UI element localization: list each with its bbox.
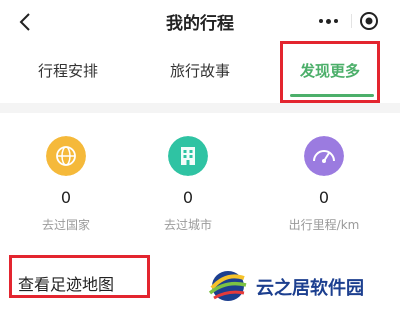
- tab-travel-stories[interactable]: 旅行故事: [170, 60, 230, 81]
- mileage-label: 出行里程/km: [288, 218, 360, 232]
- close-target-icon[interactable]: [358, 10, 380, 32]
- countries-label: 去过国家: [41, 218, 90, 232]
- mini-program-capsule: [310, 9, 392, 33]
- stat-travel-mileage[interactable]: 0 出行里程/km: [264, 136, 384, 233]
- tab-itinerary[interactable]: 行程安排: [38, 60, 98, 81]
- highlight-box-footprint-link: [9, 255, 150, 298]
- stat-countries-visited[interactable]: 0 去过国家: [6, 136, 126, 233]
- my-itinerary-screen: 我的行程 行程安排 旅行故事 发现更多 0 去过国家 0 去过城市 0 出行里程…: [0, 0, 400, 313]
- capsule-divider: [351, 14, 352, 28]
- watermark: 云之居软件园: [200, 262, 396, 310]
- countries-count: 0: [60, 188, 72, 207]
- globe-icon: [46, 136, 86, 176]
- watermark-text: 云之居软件园: [256, 278, 364, 299]
- section-divider: [0, 103, 400, 113]
- stat-cities-visited[interactable]: 0 去过城市: [128, 136, 248, 233]
- cities-label: 去过城市: [163, 218, 212, 232]
- mileage-value: 0: [318, 188, 330, 207]
- building-icon: [168, 136, 208, 176]
- more-options-icon[interactable]: [310, 9, 346, 33]
- speedometer-icon: [304, 136, 344, 176]
- title-bar: 我的行程: [0, 0, 400, 44]
- site-logo-icon: [208, 271, 247, 301]
- highlight-box-discover-tab: [280, 41, 380, 103]
- cities-count: 0: [182, 188, 194, 207]
